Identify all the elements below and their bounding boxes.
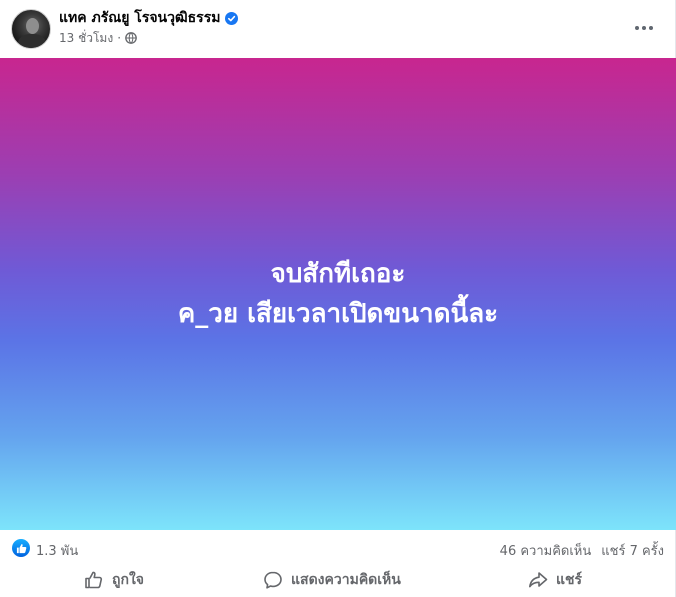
post-actions: ถูกใจ แสดงความคิดเห็น แชร์ bbox=[0, 564, 676, 596]
speech-bubble-icon bbox=[263, 570, 283, 590]
author-name-row: แทค ภรัณยู โรจนวุฒิธรรม bbox=[59, 7, 239, 29]
meta-separator: · bbox=[117, 31, 122, 45]
author-name[interactable]: แทค ภรัณยู โรจนวุฒิธรรม bbox=[59, 7, 220, 29]
thumbs-up-icon bbox=[84, 570, 104, 590]
post-header: แทค ภรัณยู โรจนวุฒิธรรม 13 ชั่วโมง · bbox=[0, 0, 676, 58]
post-text-background[interactable]: จบสักทีเถอะ ค_วย เสียเวลาเปิดขนาดนี้ละ bbox=[0, 58, 676, 530]
post-timestamp[interactable]: 13 ชั่วโมง bbox=[59, 29, 113, 48]
reaction-count[interactable]: 1.3 พัน bbox=[36, 540, 78, 561]
more-dot bbox=[649, 26, 653, 30]
more-dot bbox=[635, 26, 639, 30]
engagement-stats: 46 ความคิดเห็น แชร์ 7 ครั้ง bbox=[500, 540, 664, 561]
like-button[interactable]: ถูกใจ bbox=[84, 564, 144, 596]
more-options-button[interactable] bbox=[630, 14, 658, 42]
avatar-face bbox=[26, 18, 39, 34]
verified-badge-icon bbox=[225, 11, 239, 25]
post-text-line-2: ค_วย เสียเวลาเปิดขนาดนี้ละ bbox=[177, 299, 499, 329]
more-dot bbox=[642, 26, 646, 30]
share-count[interactable]: แชร์ 7 ครั้ง bbox=[601, 540, 664, 561]
comment-label: แสดงความคิดเห็น bbox=[291, 572, 401, 588]
globe-icon[interactable] bbox=[125, 32, 137, 44]
comment-button[interactable]: แสดงความคิดเห็น bbox=[263, 564, 401, 596]
comment-count[interactable]: 46 ความคิดเห็น bbox=[500, 540, 592, 561]
post-meta: 13 ชั่วโมง · bbox=[59, 30, 137, 46]
post-text-line-1: จบสักทีเถอะ bbox=[270, 259, 406, 289]
post-stats: 1.3 พัน 46 ความคิดเห็น แชร์ 7 ครั้ง bbox=[0, 530, 676, 566]
avatar-body bbox=[18, 34, 46, 48]
post-card: แทค ภรัณยู โรจนวุฒิธรรม 13 ชั่วโมง · จบส… bbox=[0, 0, 676, 597]
share-button[interactable]: แชร์ bbox=[528, 564, 582, 596]
like-label: ถูกใจ bbox=[112, 572, 144, 588]
share-label: แชร์ bbox=[556, 572, 583, 588]
share-arrow-icon bbox=[528, 570, 548, 590]
author-avatar[interactable] bbox=[11, 9, 51, 49]
like-reaction-icon[interactable] bbox=[12, 539, 30, 557]
